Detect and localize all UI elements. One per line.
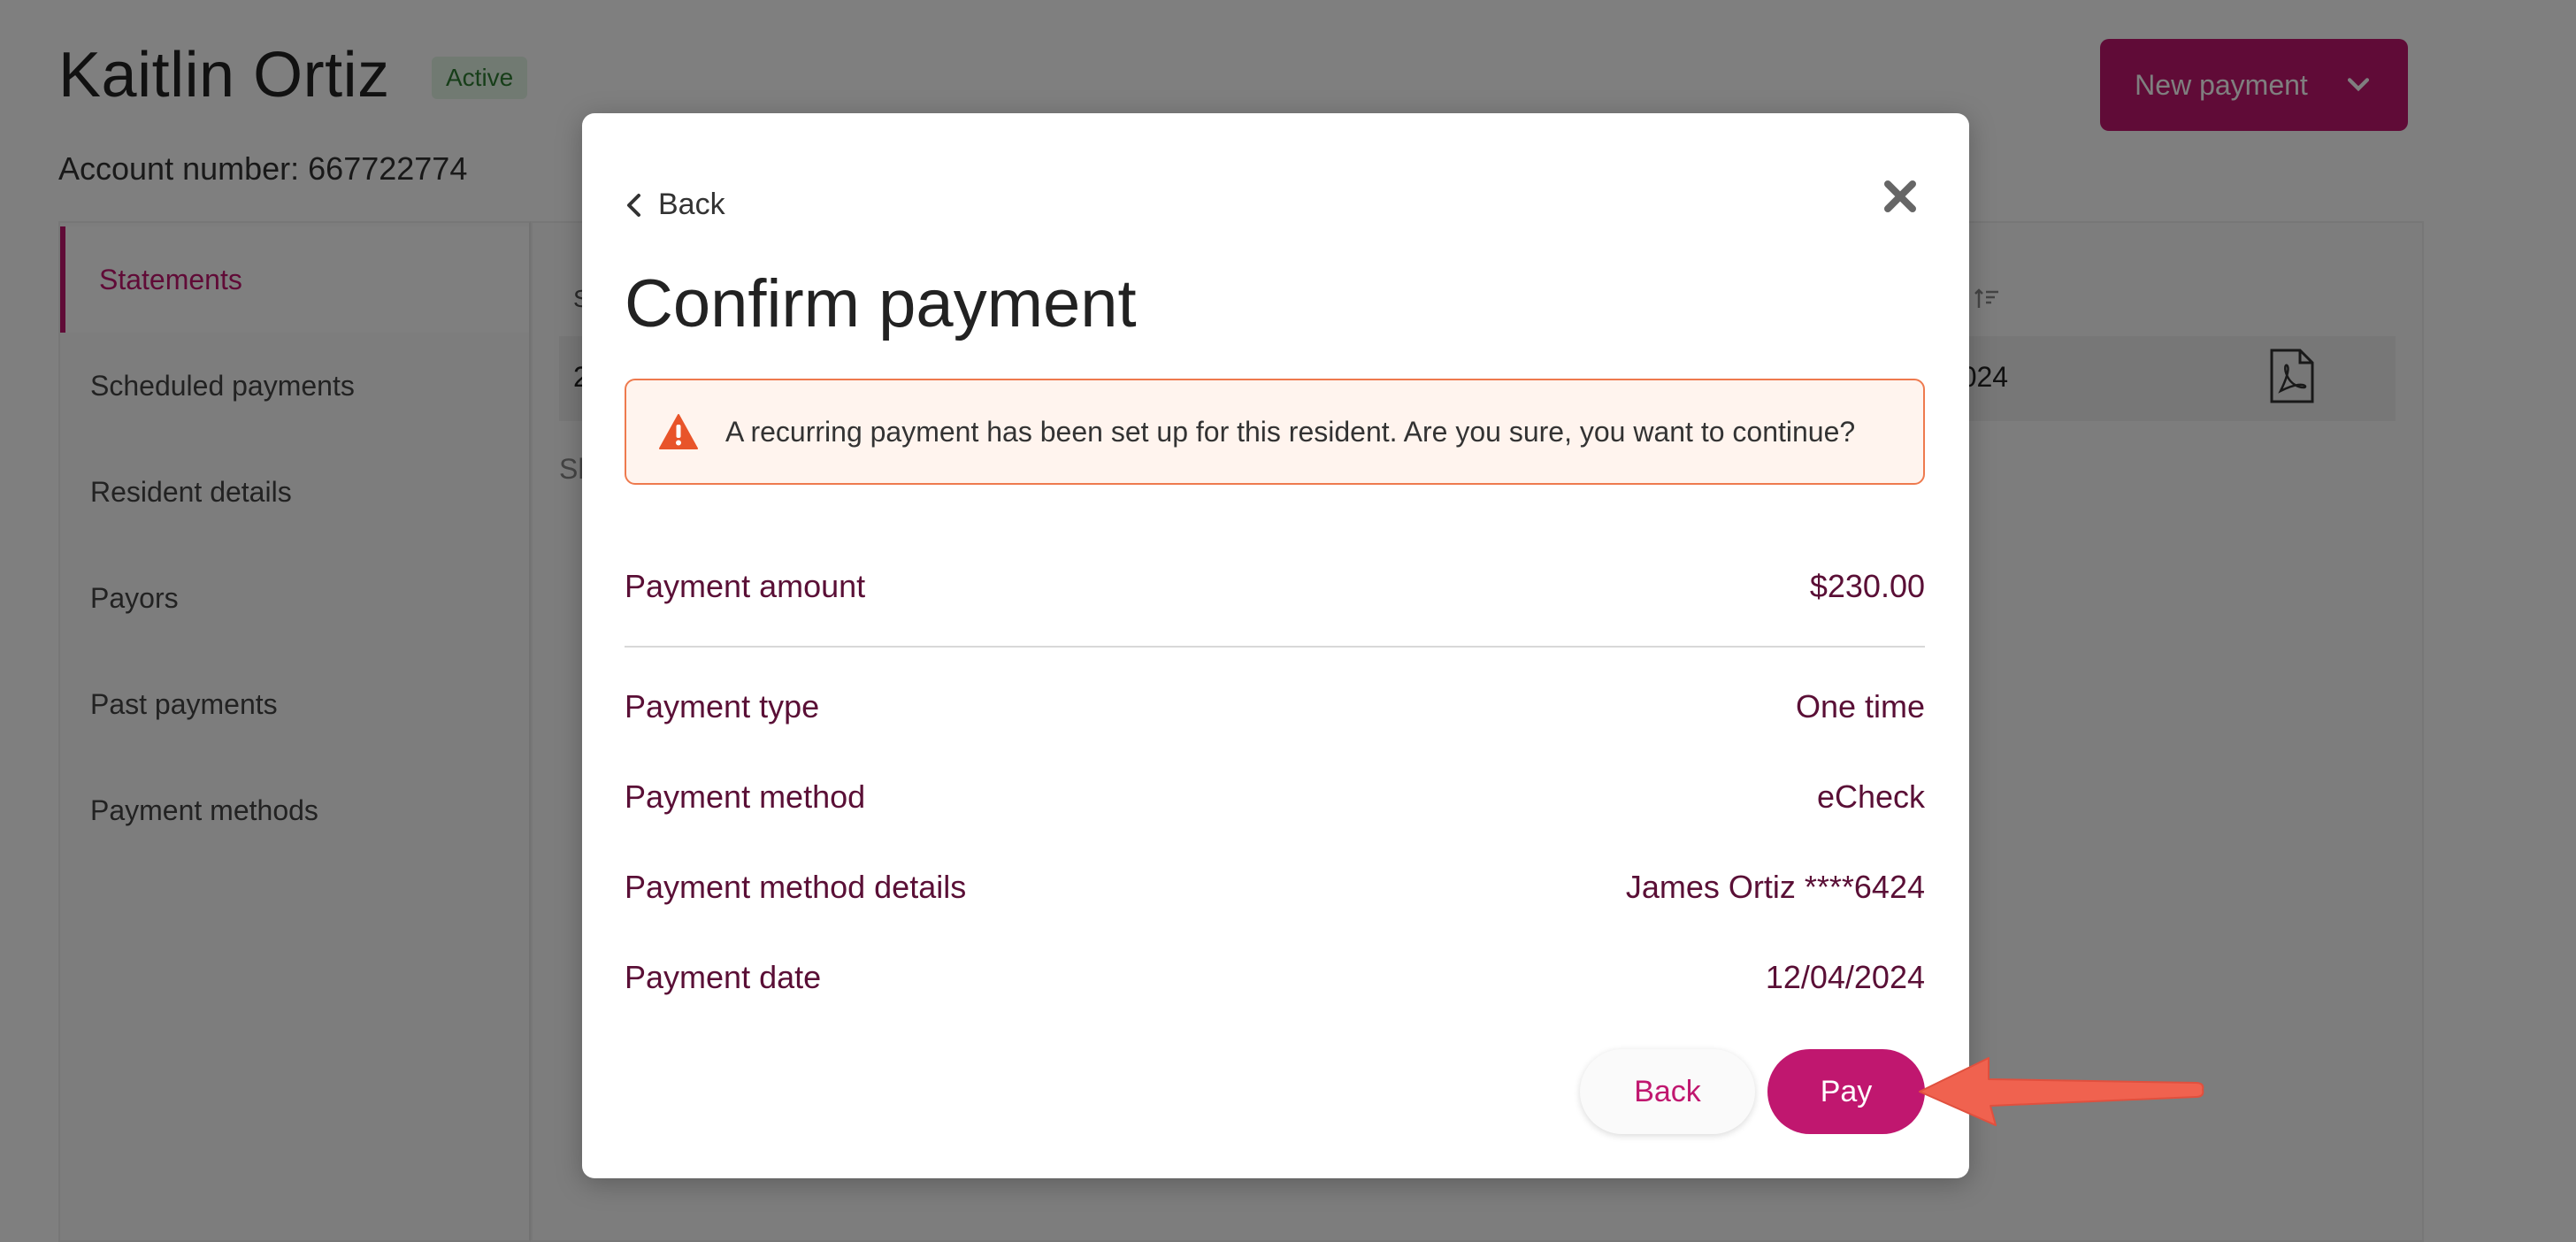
detail-value: $230.00 [1809, 568, 1925, 604]
close-icon[interactable] [1879, 175, 1921, 218]
confirm-payment-modal: Back Confirm payment A recurring payment… [582, 113, 1969, 1178]
chevron-left-icon [627, 193, 640, 217]
detail-row-payment-type: Payment type One time [625, 688, 1925, 725]
detail-row-payment-method-details: Payment method details James Ortiz ****6… [625, 869, 1925, 906]
warning-text: A recurring payment has been set up for … [725, 415, 1856, 448]
detail-value: One time [1795, 688, 1925, 724]
detail-label: Payment method [625, 778, 866, 815]
divider [625, 646, 1925, 648]
modal-title: Confirm payment [625, 266, 1137, 341]
detail-row-payment-date: Payment date 12/04/2024 [625, 959, 1925, 996]
detail-value: James Ortiz ****6424 [1625, 869, 1925, 905]
detail-label: Payment method details [625, 869, 967, 905]
detail-value: eCheck [1816, 778, 1925, 815]
detail-value: 12/04/2024 [1765, 959, 1925, 995]
back-button[interactable]: Back [1580, 1049, 1755, 1134]
warning-triangle-icon [659, 414, 698, 449]
detail-row-payment-method: Payment method eCheck [625, 778, 1925, 816]
recurring-payment-warning: A recurring payment has been set up for … [625, 379, 1925, 485]
detail-row-payment-amount: Payment amount $230.00 [625, 568, 1925, 605]
detail-label: Payment amount [625, 568, 866, 604]
back-link-label: Back [658, 188, 725, 221]
back-link[interactable]: Back [623, 188, 725, 222]
detail-label: Payment type [625, 688, 820, 724]
detail-label: Payment date [625, 959, 822, 995]
annotation-arrow-icon [1919, 1057, 2204, 1126]
pay-button[interactable]: Pay [1767, 1049, 1925, 1134]
